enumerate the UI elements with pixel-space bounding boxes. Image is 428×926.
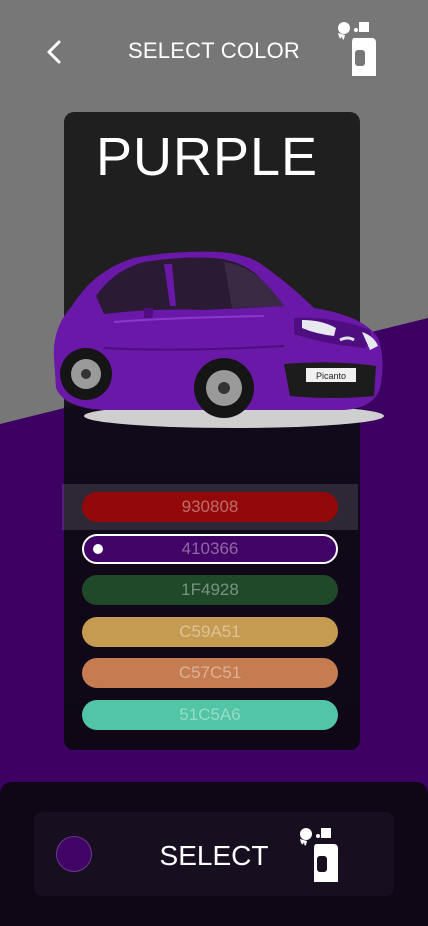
color-code-label: 930808	[181, 497, 239, 516]
select-color-screen: SELECT COLOR PURPLE Picanto 930808 41036…	[0, 0, 428, 926]
color-swatch[interactable]: 930808	[82, 492, 338, 522]
spray-paint-button[interactable]	[334, 18, 382, 80]
color-code-label: 410366	[181, 538, 239, 558]
color-swatch[interactable]: 1F4928	[82, 575, 338, 606]
color-swatch[interactable]: C59A51	[82, 616, 338, 647]
color-swatch[interactable]: 410366	[82, 533, 338, 564]
top-bar: SELECT COLOR	[0, 0, 428, 100]
color-swatch[interactable]: C57C51	[82, 658, 338, 689]
color-code-label: C59A51	[179, 621, 241, 641]
color-code-label: 1F4928	[181, 580, 239, 600]
color-code-label: C57C51	[178, 663, 242, 683]
car-badge: Picanto	[316, 371, 346, 381]
color-swatch[interactable]: 51C5A6	[82, 700, 338, 730]
select-button[interactable]: SELECT	[34, 812, 394, 896]
spray-paint-icon	[300, 828, 338, 882]
car-image: Picanto	[53, 251, 384, 428]
color-code-label: 51C5A6	[179, 705, 241, 724]
color-name: PURPLE	[96, 127, 319, 187]
selected-indicator-dot	[93, 543, 103, 554]
spray-paint-icon	[338, 22, 376, 76]
